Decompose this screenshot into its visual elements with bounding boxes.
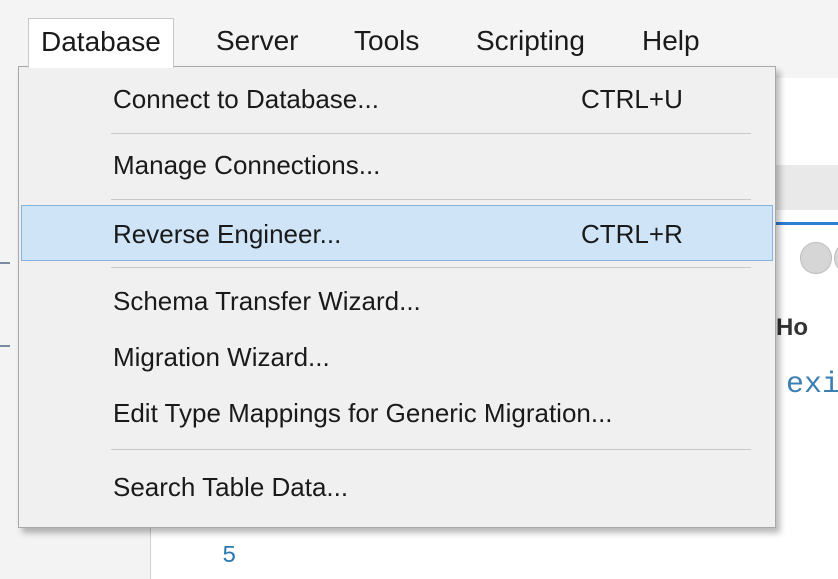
menu-item-connect-to-database[interactable]: Connect to Database... CTRL+U	[21, 71, 773, 127]
menu-help[interactable]: Help	[630, 18, 712, 64]
menu-item-shortcut: CTRL+R	[581, 219, 683, 249]
menu-database[interactable]: Database	[28, 18, 174, 68]
menu-item-label: Search Table Data...	[113, 472, 349, 502]
menu-tools[interactable]: Tools	[342, 18, 431, 64]
menu-item-schema-transfer-wizard[interactable]: Schema Transfer Wizard...	[21, 273, 773, 329]
menu-separator	[111, 449, 751, 450]
menu-item-migration-wizard[interactable]: Migration Wizard...	[21, 329, 773, 385]
menu-item-shortcut: CTRL+U	[581, 84, 683, 114]
menu-item-edit-type-mappings[interactable]: Edit Type Mappings for Generic Migration…	[21, 385, 773, 441]
menu-item-manage-connections[interactable]: Manage Connections...	[21, 137, 773, 193]
menu-item-reverse-engineer[interactable]: Reverse Engineer... CTRL+R	[21, 205, 773, 261]
menu-item-label: Connect to Database...	[113, 84, 379, 114]
menu-separator	[111, 133, 751, 134]
menu-separator	[111, 199, 751, 200]
menu-separator	[111, 267, 751, 268]
left-edge-mark	[0, 345, 10, 347]
menu-item-search-table-data[interactable]: Search Table Data...	[21, 459, 773, 515]
line-number: 5	[222, 543, 237, 570]
menu-scripting[interactable]: Scripting	[464, 18, 597, 64]
menu-item-label: Migration Wizard...	[113, 342, 330, 372]
database-dropdown-menu: Connect to Database... CTRL+U Manage Con…	[18, 66, 776, 528]
menu-item-label: Schema Transfer Wizard...	[113, 286, 421, 316]
menu-item-label: Edit Type Mappings for Generic Migration…	[113, 398, 613, 428]
query-editor[interactable]	[150, 520, 838, 579]
menu-item-label: Reverse Engineer...	[113, 219, 342, 249]
menu-item-label: Manage Connections...	[113, 150, 381, 180]
toolbar-round-button[interactable]	[800, 242, 832, 274]
left-edge-mark	[0, 262, 10, 264]
partial-heading: Ho	[776, 314, 808, 341]
menu-server[interactable]: Server	[204, 18, 310, 64]
partial-code-text: exi	[786, 368, 838, 402]
